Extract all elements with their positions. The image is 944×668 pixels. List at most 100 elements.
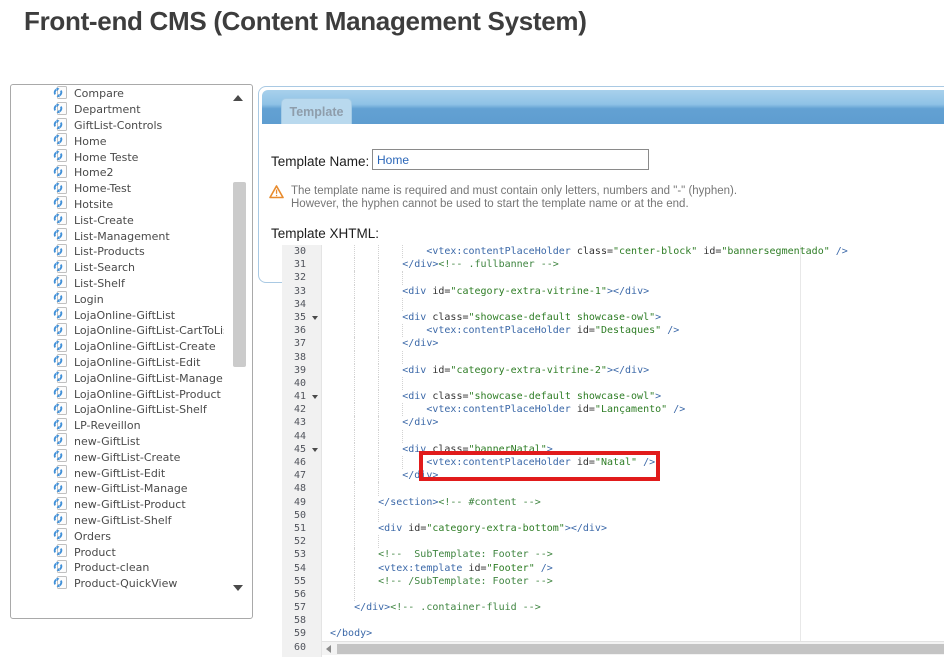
code-line[interactable]: </div>	[322, 416, 944, 429]
indent-guide	[402, 245, 403, 258]
code-line[interactable]: <!-- SubTemplate: Footer -->	[322, 548, 944, 561]
tree-item-new-giftlist-manage[interactable]: new-GiftList-Manage	[11, 481, 224, 497]
code-line[interactable]: <vtex:contentPlaceHolder class="center-b…	[322, 245, 944, 258]
scroll-up-icon[interactable]	[233, 95, 243, 101]
indent-guide	[354, 337, 355, 350]
tree-item-home[interactable]: Home	[11, 133, 224, 149]
code-line[interactable]	[322, 509, 944, 522]
template-page-icon	[53, 575, 74, 593]
indent-guide	[354, 588, 355, 601]
tree-item-home-teste[interactable]: Home Teste	[11, 149, 224, 165]
tree-item-orders[interactable]: Orders	[11, 528, 224, 544]
fold-arrow-icon[interactable]	[312, 395, 318, 399]
tree-item-new-giftlist-create[interactable]: new-GiftList-Create	[11, 449, 224, 465]
tree-item-list-search[interactable]: List-Search	[11, 260, 224, 276]
code-line[interactable]	[322, 614, 944, 627]
tree-item-hotsite[interactable]: Hotsite	[11, 197, 224, 213]
code-line[interactable]: <div id="category-extra-bottom"></div>	[322, 522, 944, 535]
code-line[interactable]: <vtex:contentPlaceHolder id="Lançamento"…	[322, 403, 944, 416]
code-line[interactable]: </body>	[322, 627, 944, 640]
code-line[interactable]: <div class="showcase-default showcase-ow…	[322, 390, 944, 403]
tree-item-label: LojaOnline-GiftList	[74, 309, 175, 322]
code-editor[interactable]: 3031323334353637383940414243444546474849…	[282, 245, 944, 657]
indent-guide	[378, 271, 379, 284]
tree-item-login[interactable]: Login	[11, 291, 224, 307]
tree-item-department[interactable]: Department	[11, 102, 224, 118]
tree-item-label: LojaOnline-GiftList-Shelf	[74, 403, 207, 416]
editor-code-area[interactable]: <vtex:contentPlaceHolder class="center-b…	[322, 245, 944, 657]
tree-item-new-giftlist-edit[interactable]: new-GiftList-Edit	[11, 465, 224, 481]
code-line[interactable]: </div>	[322, 337, 944, 350]
tree-item-label: Hotsite	[74, 198, 113, 211]
tree-item-compare[interactable]: Compare	[11, 86, 224, 102]
code-line[interactable]	[322, 641, 944, 654]
code-line[interactable]: <div id="category-extra-vitrine-1"></div…	[322, 285, 944, 298]
tree-item-lojaonline-giftlist-edit[interactable]: LojaOnline-GiftList-Edit	[11, 355, 224, 371]
code-line[interactable]	[322, 271, 944, 284]
scroll-down-icon[interactable]	[233, 585, 243, 591]
tree-item-new-giftlist-shelf[interactable]: new-GiftList-Shelf	[11, 513, 224, 529]
gutter-line-number: 33	[282, 285, 321, 298]
indent-guide	[354, 285, 355, 298]
indent-guide	[354, 548, 355, 561]
tree-item-label: Home	[74, 135, 106, 148]
code-line[interactable]: </section><!-- #content -->	[322, 496, 944, 509]
code-line[interactable]: </div><!-- .container-fluid -->	[322, 601, 944, 614]
code-line[interactable]	[322, 588, 944, 601]
gutter-line-number: 55	[282, 575, 321, 588]
gutter-line-number: 42	[282, 403, 321, 416]
tree-item-label: List-Create	[74, 214, 134, 227]
tree-scrollbar-thumb[interactable]	[233, 182, 246, 367]
tree-item-product[interactable]: Product	[11, 544, 224, 560]
tree-item-list-management[interactable]: List-Management	[11, 228, 224, 244]
tree-item-lojaonline-giftlist[interactable]: LojaOnline-GiftList	[11, 307, 224, 323]
tree-item-new-giftlist[interactable]: new-GiftList	[11, 434, 224, 450]
tree-item-product-clean[interactable]: Product-clean	[11, 560, 224, 576]
tree-item-product-quickview[interactable]: Product-QuickView	[11, 576, 224, 592]
tree-item-lojaonline-giftlist-manage[interactable]: LojaOnline-GiftList-Manage	[11, 370, 224, 386]
gutter-line-number: 34	[282, 298, 321, 311]
gutter-line-number: 41	[282, 390, 321, 403]
tree-item-list-products[interactable]: List-Products	[11, 244, 224, 260]
gutter-line-number: 30	[282, 245, 321, 258]
code-line[interactable]	[322, 377, 944, 390]
tree-item-lp-reveillon[interactable]: LP-Reveillon	[11, 418, 224, 434]
code-line[interactable]	[322, 430, 944, 443]
tree-item-lojaonline-giftlist-carttolist[interactable]: LojaOnline-GiftList-CartToList	[11, 323, 224, 339]
tree-item-home-test[interactable]: Home-Test	[11, 181, 224, 197]
tree-item-giftlist-controls[interactable]: GiftList-Controls	[11, 118, 224, 134]
code-line[interactable]: <vtex:template id="Footer" />	[322, 562, 944, 575]
tab-template[interactable]: Template	[281, 98, 352, 124]
gutter-line-number: 54	[282, 562, 321, 575]
indent-guide	[378, 377, 379, 390]
tree-item-new-giftlist-product[interactable]: new-GiftList-Product	[11, 497, 224, 513]
code-line[interactable]	[322, 298, 944, 311]
indent-guide	[378, 430, 379, 443]
code-line[interactable]: <!-- /SubTemplate: Footer -->	[322, 575, 944, 588]
code-line[interactable]	[322, 482, 944, 495]
fold-arrow-icon[interactable]	[312, 316, 318, 320]
tree-item-lojaonline-giftlist-product[interactable]: LojaOnline-GiftList-Product	[11, 386, 224, 402]
tree-item-list-create[interactable]: List-Create	[11, 212, 224, 228]
tree-item-lojaonline-giftlist-shelf[interactable]: LojaOnline-GiftList-Shelf	[11, 402, 224, 418]
tree-item-lojaonline-giftlist-create[interactable]: LojaOnline-GiftList-Create	[11, 339, 224, 355]
indent-guide	[354, 351, 355, 364]
code-line[interactable]: <div id="category-extra-vitrine-2"></div…	[322, 364, 944, 377]
page-title: Front-end CMS (Content Management System…	[24, 6, 587, 37]
indent-guide	[378, 311, 379, 324]
indent-guide	[378, 469, 379, 482]
code-line[interactable]: <vtex:contentPlaceHolder id="Destaques" …	[322, 324, 944, 337]
code-line[interactable]: <div class="showcase-default showcase-ow…	[322, 311, 944, 324]
template-name-input[interactable]	[372, 149, 649, 170]
tree-item-label: Home Teste	[74, 151, 138, 164]
code-line[interactable]: </div><!-- .fullbanner -->	[322, 258, 944, 271]
tree-item-label: Product	[74, 546, 116, 559]
tree-item-home2[interactable]: Home2	[11, 165, 224, 181]
code-line[interactable]	[322, 535, 944, 548]
tree-item-list-shelf[interactable]: List-Shelf	[11, 276, 224, 292]
tree-item-label: Product-clean	[74, 561, 149, 574]
tree-item-label: Orders	[74, 530, 111, 543]
fold-arrow-icon[interactable]	[312, 448, 318, 452]
code-line[interactable]	[322, 351, 944, 364]
indent-guide	[354, 258, 355, 271]
